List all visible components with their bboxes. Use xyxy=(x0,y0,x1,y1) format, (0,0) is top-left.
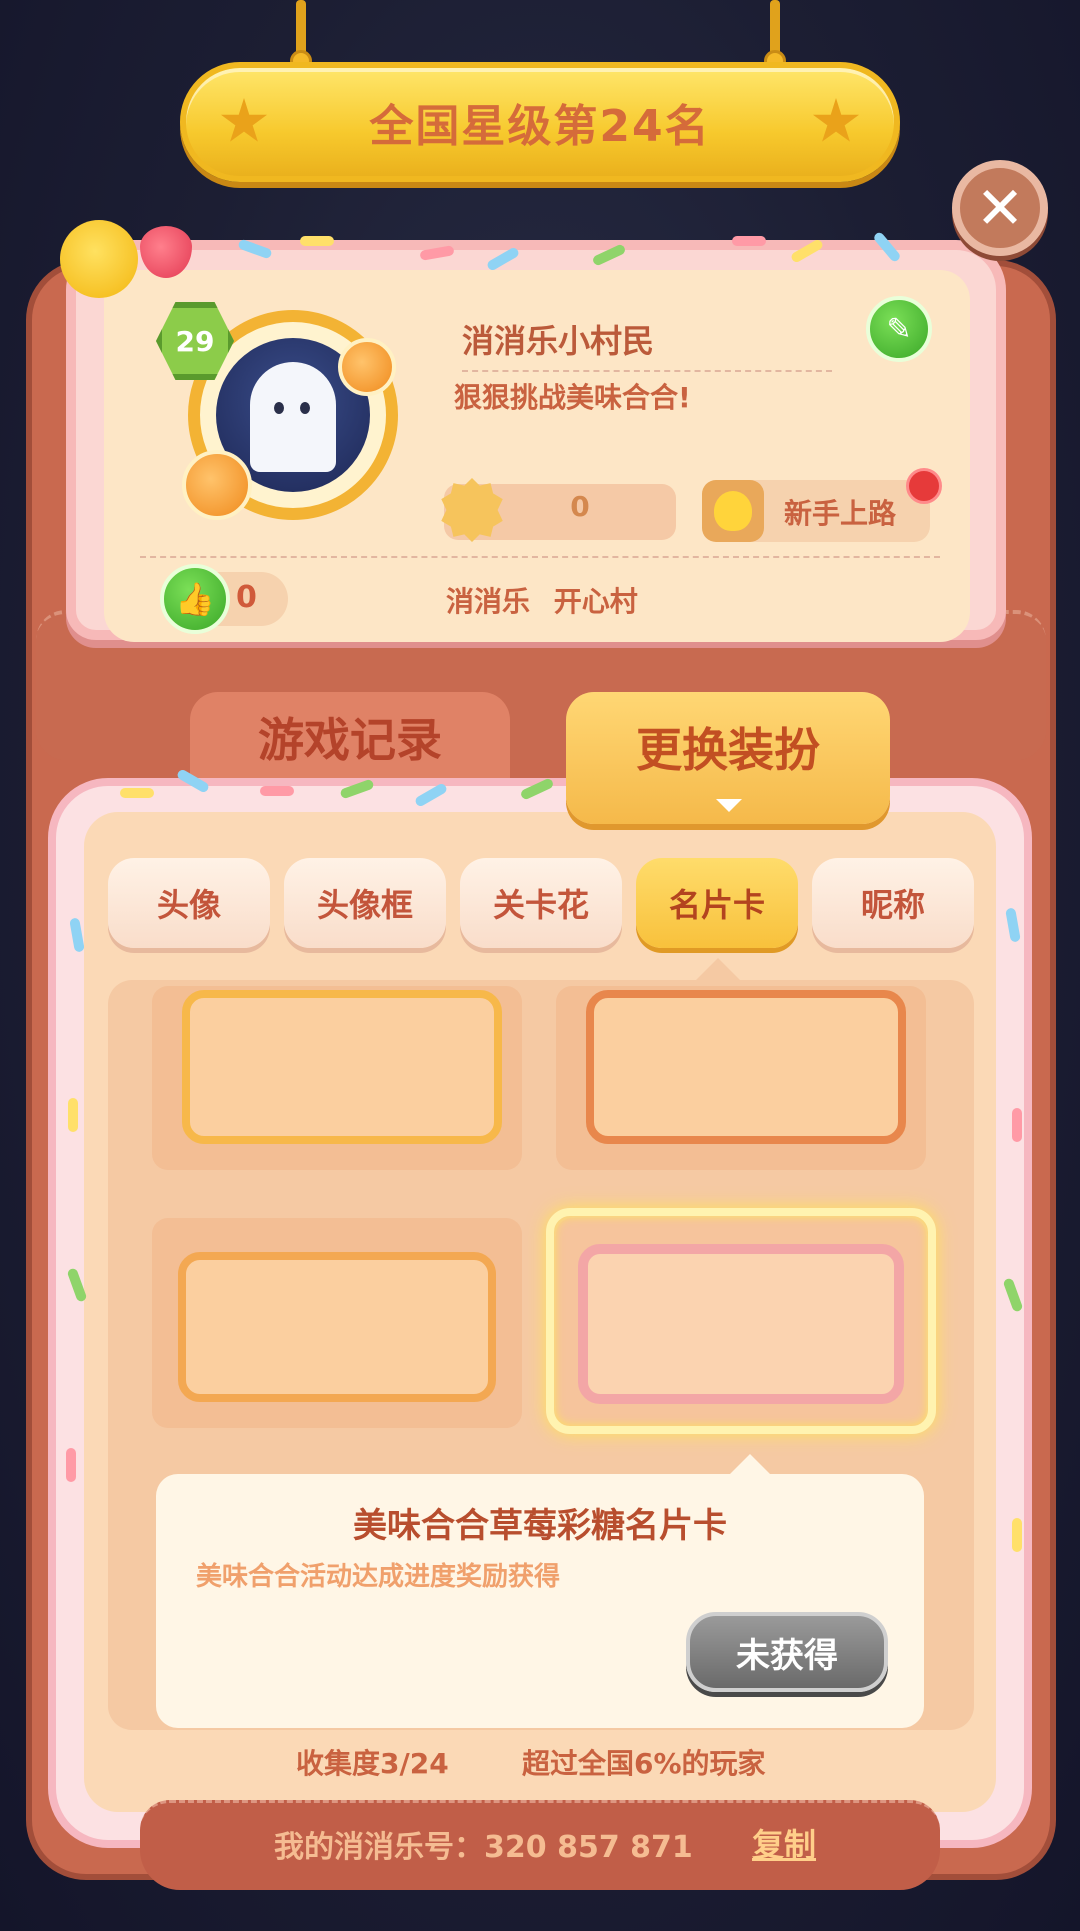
notification-dot xyxy=(906,468,942,504)
subtab-pointer xyxy=(694,958,742,982)
profile-divider xyxy=(140,556,940,558)
chevron-down-icon xyxy=(716,799,742,812)
subtab-nickname[interactable]: 昵称 xyxy=(812,858,974,948)
orange-fruit-icon xyxy=(338,338,396,396)
orange-card-3 xyxy=(178,1252,496,1402)
sprinkle xyxy=(732,236,766,246)
location-text: 消消乐 开心村 xyxy=(446,585,638,618)
chick-decoration-icon xyxy=(60,220,138,298)
info-pointer xyxy=(730,1454,770,1474)
rank-text: 全国星级第24名 xyxy=(369,101,711,152)
sprinkle xyxy=(1012,1108,1022,1142)
thumbs-up-icon: 👍 xyxy=(175,580,215,618)
chick-icon xyxy=(702,480,764,542)
player-id: 我的消消乐号：320 857 871 xyxy=(274,1830,693,1865)
card-info-title: 美味合合草莓彩糖名片卡 xyxy=(353,1506,727,1546)
pencil-icon: ✎ xyxy=(886,311,912,347)
subtab-avatar[interactable]: 头像 xyxy=(108,858,270,948)
like-count: 0 xyxy=(236,580,257,615)
close-button[interactable]: ✕ xyxy=(952,160,1048,256)
sprinkle xyxy=(68,1098,78,1132)
card-cell-1[interactable] xyxy=(152,986,522,1170)
sprinkle xyxy=(300,236,334,246)
collection-progress: 收集度3/24 xyxy=(296,1747,449,1780)
sprinkle xyxy=(260,786,294,796)
close-icon: ✕ xyxy=(975,174,1025,242)
sprinkle xyxy=(66,1448,76,1482)
title-badge-label: 新手上路 xyxy=(784,497,897,530)
subtab-name-card[interactable]: 名片卡 xyxy=(636,858,798,948)
ghost-body xyxy=(250,362,336,472)
selected-card-highlight xyxy=(546,1208,936,1434)
ghost-eye xyxy=(300,402,310,414)
nickname-underline xyxy=(462,370,832,372)
rank-banner: 全国星级第24名 xyxy=(180,62,900,182)
edit-profile-button[interactable]: ✎ xyxy=(866,296,932,362)
nickname: 消消乐小村民 xyxy=(462,322,655,360)
coin-value: 0 xyxy=(570,490,590,523)
tab-change-outfit[interactable]: 更换装扮 xyxy=(566,692,890,824)
orange-card-1 xyxy=(182,990,502,1144)
ranking-percentile: 超过全国6%的玩家 xyxy=(522,1747,766,1780)
copy-id-button[interactable]: 复制 xyxy=(752,1820,816,1866)
star-icon xyxy=(220,98,268,142)
star-icon xyxy=(812,98,860,142)
orange-slice-icon xyxy=(182,450,252,520)
subtab-avatar-frame[interactable]: 头像框 xyxy=(284,858,446,948)
slogan: 狠狠挑战美味合合! xyxy=(454,381,691,414)
not-obtained-button[interactable]: 未获得 xyxy=(686,1612,888,1692)
subtab-level-flower[interactable]: 关卡花 xyxy=(460,858,622,948)
sprinkle xyxy=(1012,1518,1022,1552)
card-info-description: 美味合合活动达成进度奖励获得 xyxy=(196,1562,561,1592)
ghost-eye xyxy=(274,402,284,414)
sprinkle xyxy=(120,788,154,798)
tab-change-outfit-label: 更换装扮 xyxy=(636,723,820,777)
card-cell-3[interactable] xyxy=(152,1218,522,1428)
card-cell-2[interactable] xyxy=(556,986,926,1170)
orange-card-2 xyxy=(586,990,906,1144)
like-button[interactable]: 👍 xyxy=(160,564,230,634)
